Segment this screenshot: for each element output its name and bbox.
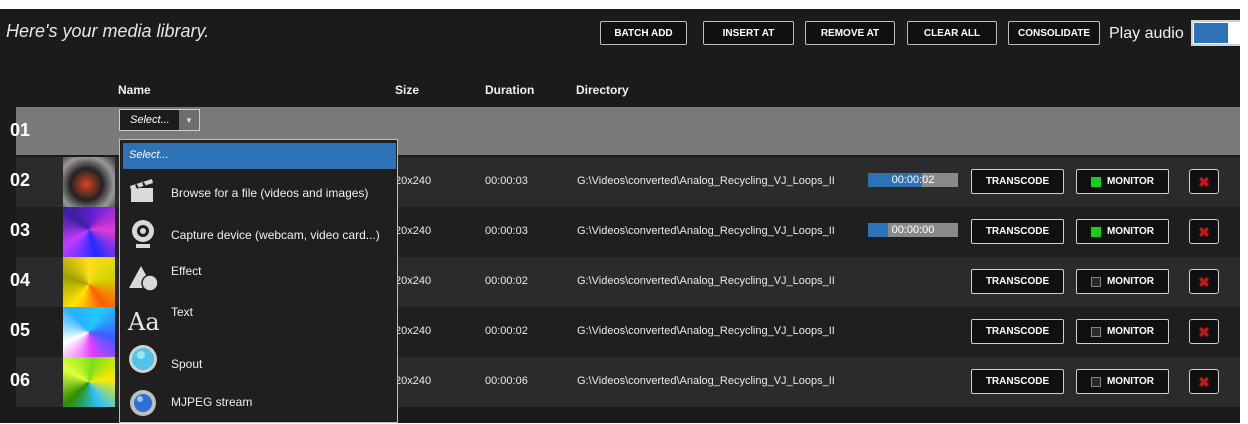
stream-globe-icon [127, 387, 159, 419]
monitor-button[interactable]: MONITOR [1076, 269, 1169, 294]
monitor-label: MONITOR [1106, 176, 1155, 187]
delete-row-button[interactable]: ✖ [1189, 319, 1219, 344]
thumbnail-image [63, 157, 115, 207]
dropdown-option-label: Spout [171, 357, 203, 371]
monitor-indicator-icon [1090, 226, 1101, 237]
transcode-button[interactable]: TRANSCODE [971, 219, 1064, 244]
text-aa-icon: Aa [127, 303, 160, 336]
size-cell: 20x240 [395, 325, 432, 337]
insert-at-button[interactable]: INSERT AT [703, 21, 794, 45]
duration-cell: 00:00:03 [485, 175, 528, 187]
panel-title: Here's your media library. [6, 21, 210, 41]
play-audio-label: Play audio [1109, 25, 1184, 42]
dropdown-option-capture-device[interactable]: Capture device (webcam, video card...) [123, 215, 396, 253]
chevron-down-icon[interactable]: ▼ [179, 110, 199, 130]
shapes-icon [127, 262, 159, 294]
column-header-name[interactable]: Name [118, 83, 151, 97]
play-audio-toggle[interactable] [1191, 20, 1240, 46]
column-header-directory[interactable]: Directory [576, 83, 629, 97]
monitor-label: MONITOR [1106, 326, 1155, 337]
size-cell: 20x240 [395, 375, 432, 387]
directory-cell: G:\Videos\converted\Analog_Recycling_VJ_… [577, 275, 835, 287]
monitor-button[interactable]: MONITOR [1076, 219, 1169, 244]
dropdown-option-label: Effect [171, 264, 202, 278]
column-header-size[interactable]: Size [395, 83, 419, 97]
thumbnail-image [63, 257, 115, 307]
row-number: 03 [10, 220, 31, 240]
monitor-label: MONITOR [1106, 376, 1155, 387]
thumbnail-image [63, 357, 115, 407]
directory-cell: G:\Videos\converted\Analog_Recycling_VJ_… [577, 175, 835, 187]
source-type-select[interactable]: Select... ▼ [119, 109, 200, 131]
webcam-icon [127, 218, 159, 250]
transcode-button[interactable]: TRANSCODE [971, 319, 1064, 344]
dropdown-option-mjpeg-stream[interactable]: MJPEG stream [123, 384, 396, 422]
size-cell: 20x240 [395, 275, 432, 287]
dropdown-option-spout[interactable]: Spout [123, 340, 396, 378]
progress-text: 00:00:02 [891, 174, 935, 186]
source-type-dropdown: Select... Browse for a file (videos and … [119, 139, 398, 423]
dropdown-option-effect[interactable]: Effect [123, 259, 396, 297]
delete-icon: ✖ [1198, 173, 1210, 190]
spout-icon [127, 343, 159, 375]
row-number: 02 [10, 170, 31, 190]
select-value: Select... [130, 114, 170, 126]
monitor-label: MONITOR [1106, 276, 1155, 287]
transcode-button[interactable]: TRANSCODE [971, 369, 1064, 394]
thumbnail-image [63, 307, 115, 357]
monitor-button[interactable]: MONITOR [1076, 319, 1169, 344]
clear-all-button[interactable]: CLEAR ALL [907, 21, 997, 45]
progress-text: 00:00:00 [891, 224, 935, 236]
directory-cell: G:\Videos\converted\Analog_Recycling_VJ_… [577, 225, 835, 237]
monitor-indicator-icon [1090, 376, 1101, 387]
size-cell: 20x240 [395, 225, 432, 237]
remove-at-button[interactable]: REMOVE AT [805, 21, 895, 45]
delete-icon: ✖ [1198, 223, 1210, 240]
duration-cell: 00:00:06 [485, 375, 528, 387]
monitor-indicator-icon [1090, 276, 1101, 287]
thumbnail-image [63, 207, 115, 257]
svg-text:Aa: Aa [127, 308, 159, 335]
transcode-button[interactable]: TRANSCODE [971, 169, 1064, 194]
delete-row-button[interactable]: ✖ [1189, 169, 1219, 194]
duration-cell: 00:00:02 [485, 325, 528, 337]
row-number: 01 [10, 120, 31, 140]
monitor-indicator-icon [1090, 326, 1101, 337]
monitor-button[interactable]: MONITOR [1076, 169, 1169, 194]
directory-cell: G:\Videos\converted\Analog_Recycling_VJ_… [577, 375, 835, 387]
delete-icon: ✖ [1198, 373, 1210, 390]
monitor-label: MONITOR [1106, 226, 1155, 237]
dropdown-option-text[interactable]: Aa Text [123, 300, 396, 338]
dropdown-option-label: Browse for a file (videos and images) [171, 186, 369, 200]
dropdown-option-label: MJPEG stream [171, 395, 253, 409]
dropdown-option-label: Text [171, 305, 194, 319]
delete-icon: ✖ [1198, 323, 1210, 340]
duration-cell: 00:00:03 [485, 225, 528, 237]
delete-row-button[interactable]: ✖ [1189, 219, 1219, 244]
dropdown-option-browse-file[interactable]: Browse for a file (videos and images) [123, 171, 396, 209]
size-cell: 20x240 [395, 175, 432, 187]
clapperboard-icon [127, 174, 159, 206]
delete-icon: ✖ [1198, 273, 1210, 290]
monitor-indicator-icon [1090, 176, 1101, 187]
row-number: 05 [10, 320, 31, 340]
monitor-button[interactable]: MONITOR [1076, 369, 1169, 394]
delete-row-button[interactable]: ✖ [1189, 369, 1219, 394]
transcode-progress: 00:00:00 [868, 223, 958, 237]
row-number: 06 [10, 370, 31, 390]
directory-cell: G:\Videos\converted\Analog_Recycling_VJ_… [577, 325, 835, 337]
dropdown-option-label: Capture device (webcam, video card...) [171, 228, 380, 242]
transcode-progress: 00:00:02 [868, 173, 958, 187]
column-header-duration[interactable]: Duration [485, 83, 534, 97]
batch-add-button[interactable]: BATCH ADD [600, 21, 687, 45]
transcode-button[interactable]: TRANSCODE [971, 269, 1064, 294]
dropdown-option-select[interactable]: Select... [123, 143, 396, 169]
duration-cell: 00:00:02 [485, 275, 528, 287]
row-number: 04 [10, 270, 31, 290]
consolidate-button[interactable]: CONSOLIDATE [1008, 21, 1100, 45]
delete-row-button[interactable]: ✖ [1189, 269, 1219, 294]
